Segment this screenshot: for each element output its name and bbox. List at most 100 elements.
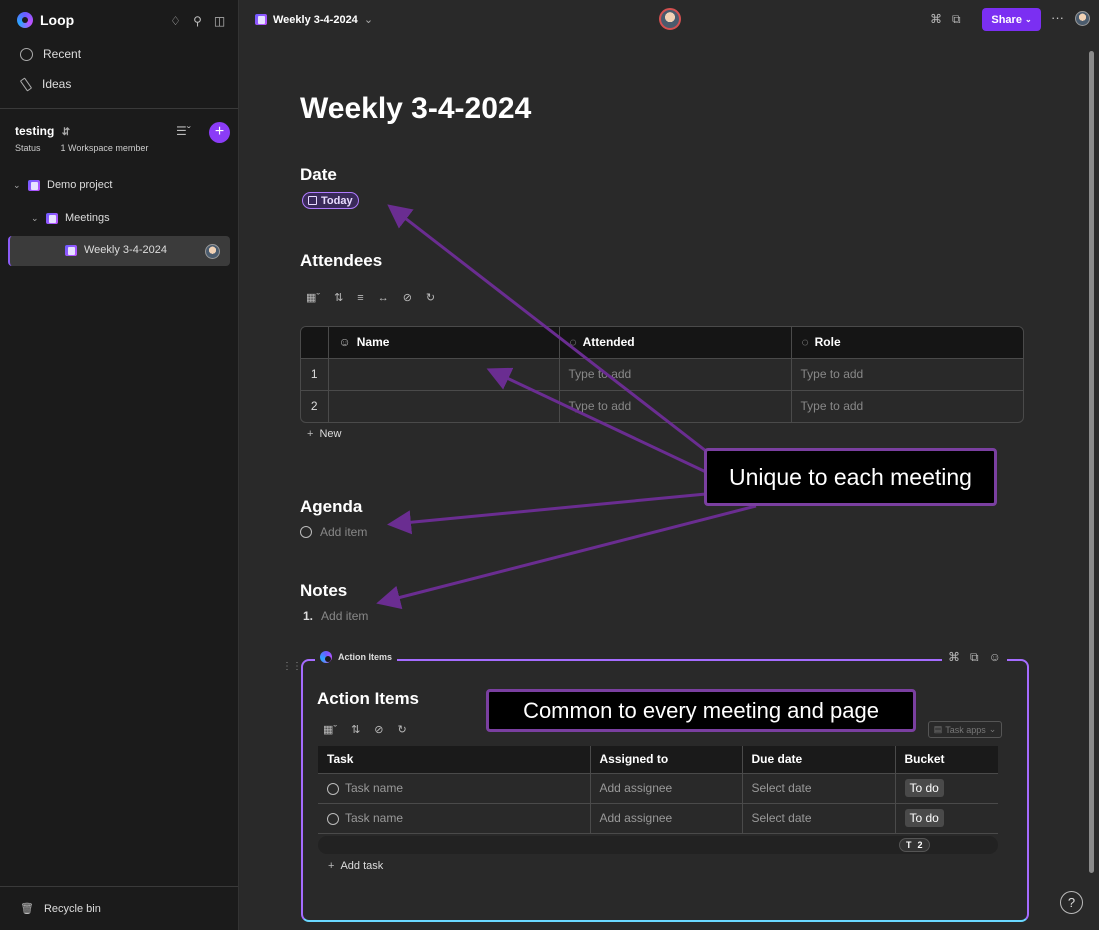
- agenda-add-item[interactable]: Add item: [300, 525, 367, 539]
- attended-cell[interactable]: Type to add: [559, 358, 792, 391]
- column-header-assigned[interactable]: Assigned to: [590, 746, 743, 774]
- resize-icon[interactable]: ↔: [378, 292, 389, 304]
- attended-cell[interactable]: Type to add: [559, 390, 792, 422]
- share-button[interactable]: Share ⌄: [982, 8, 1041, 31]
- help-button[interactable]: ?: [1060, 891, 1083, 914]
- copy-icon[interactable]: ⧉: [952, 12, 961, 27]
- table-view-icon[interactable]: ▦ˇ: [323, 723, 337, 736]
- new-row-button[interactable]: + New: [307, 428, 341, 440]
- share-people-icon[interactable]: ☺: [989, 650, 1001, 665]
- page-icon: [255, 14, 267, 25]
- sidebar-divider: [0, 108, 238, 109]
- column-header-bucket[interactable]: Bucket: [895, 746, 998, 774]
- app-name: Loop: [40, 12, 75, 28]
- nav-ideas[interactable]: Ideas: [19, 76, 72, 92]
- column-header-name[interactable]: ☺ Name: [328, 327, 560, 359]
- sort-icon[interactable]: ⇅: [351, 723, 360, 736]
- notes-add-item[interactable]: 1. Add item: [303, 609, 368, 623]
- topbar-icons: ⌘ ⧉: [930, 12, 961, 27]
- assignee-cell[interactable]: Add assignee: [590, 803, 743, 834]
- search-icon[interactable]: ⚲: [191, 14, 204, 28]
- components-icon[interactable]: ⌘: [948, 650, 960, 665]
- date-pill[interactable]: Today: [302, 192, 359, 209]
- automate-icon[interactable]: ↻: [426, 291, 435, 304]
- collapse-sidebar-icon[interactable]: ◫: [213, 14, 226, 28]
- row-number: 1: [301, 358, 329, 391]
- person-icon: ☺: [338, 335, 351, 350]
- nav-ideas-label: Ideas: [42, 77, 72, 91]
- summary-bar: [318, 836, 998, 854]
- due-date-cell[interactable]: Select date: [742, 773, 896, 804]
- tree-item-label: Weekly 3-4-2024: [84, 244, 167, 256]
- filter-icon[interactable]: ≡: [357, 292, 363, 304]
- loop-component-tools: ⌘ ⧉ ☺: [942, 650, 1007, 665]
- tree-item-weekly[interactable]: Weekly 3-4-2024: [65, 244, 167, 256]
- role-cell[interactable]: Type to add: [791, 390, 1023, 422]
- role-cell[interactable]: Type to add: [791, 358, 1023, 391]
- user-avatar[interactable]: [1075, 11, 1090, 26]
- checkbox-circle-icon[interactable]: [327, 782, 339, 795]
- sort-icon[interactable]: ☰ˇ: [176, 124, 191, 138]
- add-page-button[interactable]: +: [209, 122, 230, 143]
- hide-icon[interactable]: ⊘: [403, 291, 412, 304]
- bucket-cell[interactable]: To do: [895, 803, 998, 834]
- date-heading[interactable]: Date: [300, 165, 337, 185]
- workspace-members[interactable]: 1 Workspace member: [61, 143, 149, 153]
- assignee-cell[interactable]: Add assignee: [590, 773, 743, 804]
- name-cell[interactable]: [328, 390, 560, 422]
- due-date-cell[interactable]: Select date: [742, 803, 896, 834]
- chevron-down-icon[interactable]: ⌄: [31, 213, 39, 224]
- column-header-due[interactable]: Due date: [742, 746, 896, 774]
- scrollbar[interactable]: [1089, 51, 1094, 873]
- column-header-task[interactable]: Task: [318, 746, 591, 774]
- column-header-attended[interactable]: ◌ Attended: [559, 327, 792, 359]
- app-logo[interactable]: Loop: [17, 12, 74, 28]
- breadcrumb[interactable]: Weekly 3-4-2024 ⌄: [255, 13, 373, 26]
- agenda-heading[interactable]: Agenda: [300, 497, 362, 517]
- tree-item-demo-project[interactable]: ⌄ Demo project: [13, 179, 112, 191]
- summary-pill[interactable]: T 2: [899, 838, 930, 852]
- arrow-to-agenda: [387, 492, 707, 535]
- collaborator-avatar[interactable]: [659, 8, 681, 30]
- task-apps-icon: ▤: [933, 724, 943, 734]
- add-task-button[interactable]: + Add task: [328, 860, 383, 872]
- nav-recent[interactable]: Recent: [20, 47, 81, 61]
- sort-icon[interactable]: ⇅: [334, 291, 343, 304]
- table-header-row: Task Assigned to Due date Bucket: [318, 746, 998, 774]
- checkbox-circle-icon[interactable]: [300, 526, 312, 538]
- attendees-heading[interactable]: Attendees: [300, 251, 382, 271]
- avatar[interactable]: [205, 244, 220, 259]
- breadcrumb-title: Weekly 3-4-2024: [273, 13, 358, 26]
- workspace-status[interactable]: Status: [15, 143, 41, 153]
- column-header-role[interactable]: ◌ Role: [791, 327, 1023, 359]
- task-apps-button[interactable]: ▤ Task apps ⌄: [928, 721, 1002, 738]
- workspace-name[interactable]: testing ⇵: [15, 124, 70, 138]
- clock-icon: [20, 47, 33, 61]
- page-title[interactable]: Weekly 3-4-2024: [300, 92, 531, 126]
- checkbox-circle-icon[interactable]: [327, 812, 339, 825]
- notes-heading[interactable]: Notes: [300, 581, 347, 601]
- table-view-icon[interactable]: ▦ˇ: [306, 291, 320, 304]
- more-options-icon[interactable]: ···: [1051, 10, 1064, 25]
- chevron-down-icon[interactable]: ⌄: [13, 180, 21, 191]
- automate-icon[interactable]: ↻: [398, 723, 407, 736]
- tree-item-meetings[interactable]: ⌄ Meetings: [31, 212, 110, 224]
- hide-icon[interactable]: ⊘: [374, 723, 383, 736]
- recycle-bin[interactable]: 🗑 Recycle bin: [20, 902, 101, 916]
- drag-handle-icon[interactable]: ⋮⋮: [282, 661, 302, 672]
- bucket-badge[interactable]: To do: [904, 809, 944, 827]
- column-label: Name: [356, 335, 390, 350]
- components-icon[interactable]: ⌘: [930, 12, 942, 27]
- bell-icon[interactable]: ♢: [169, 14, 182, 28]
- name-cell[interactable]: [328, 358, 560, 391]
- action-items-title[interactable]: Action Items: [317, 689, 419, 709]
- loop-component-label[interactable]: Action Items: [315, 651, 398, 663]
- date-pill-label: Today: [321, 194, 353, 207]
- tag-icon: ◌: [801, 335, 809, 350]
- copy-icon[interactable]: ⧉: [970, 650, 979, 665]
- task-cell[interactable]: Task name: [318, 773, 591, 804]
- bucket-badge[interactable]: To do: [904, 779, 944, 797]
- sidebar-top-icons: ♢ ⚲ ◫: [169, 14, 226, 28]
- task-cell[interactable]: Task name: [318, 803, 591, 834]
- bucket-cell[interactable]: To do: [895, 773, 998, 804]
